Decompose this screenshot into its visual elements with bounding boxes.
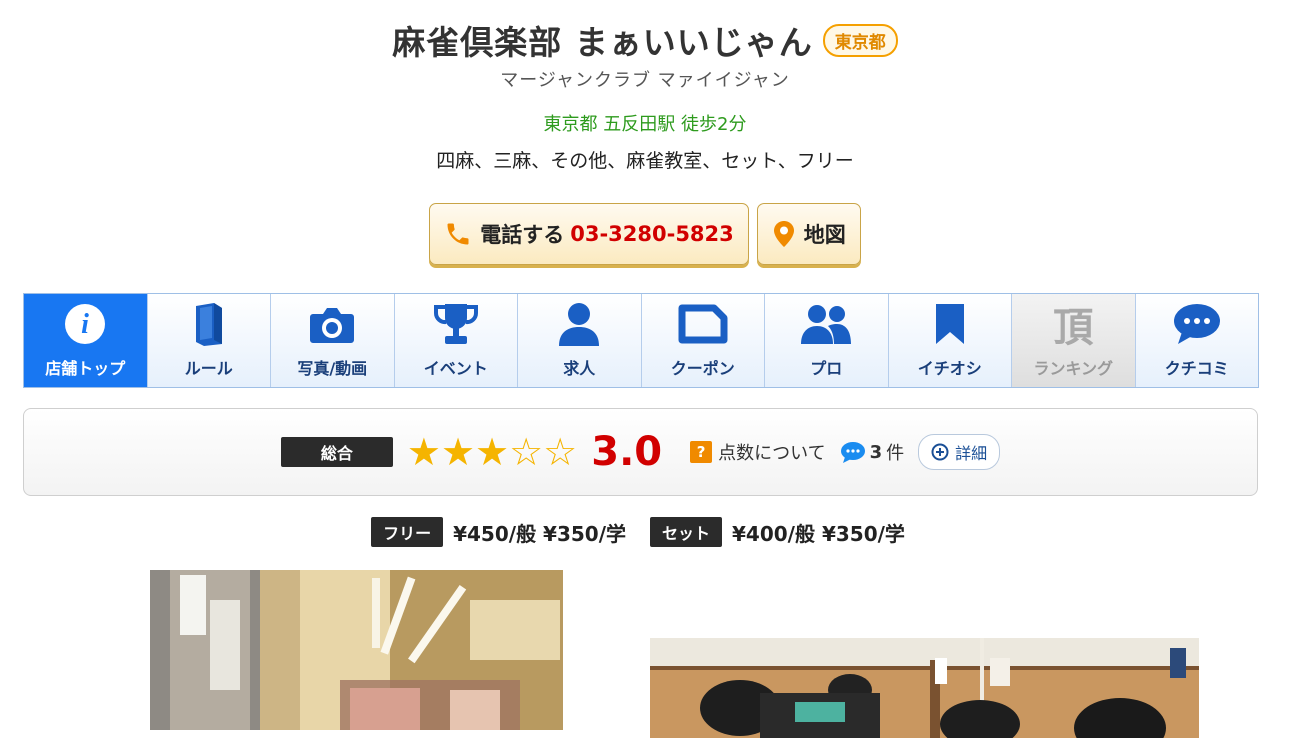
coupon-icon xyxy=(678,304,728,344)
comment-icon xyxy=(840,442,865,463)
plus-circle-icon xyxy=(931,443,949,461)
tab-label: 求人 xyxy=(563,359,596,378)
map-label: 地図 xyxy=(803,223,846,247)
star-filled-icon: ★ xyxy=(406,430,441,474)
review-count-link[interactable]: 3件 xyxy=(840,439,905,465)
question-icon: ? xyxy=(690,441,713,463)
trophy-icon xyxy=(433,304,478,344)
tab-coupons[interactable]: クーポン xyxy=(641,294,765,387)
store-photo-entrance[interactable] xyxy=(150,570,563,730)
price-value-set: ¥400/般 ¥350/学 xyxy=(732,521,905,546)
score-about-link[interactable]: ? 点数について xyxy=(690,439,826,465)
detail-label: 詳細 xyxy=(955,444,988,463)
tab-jobs[interactable]: 求人 xyxy=(518,294,642,387)
star-empty-icon: ☆ xyxy=(543,430,578,474)
info-icon: i xyxy=(65,304,106,344)
star-filled-icon: ★ xyxy=(440,430,476,474)
prefecture-badge[interactable]: 東京都 xyxy=(822,23,898,57)
price-tag-set: セット xyxy=(650,517,723,547)
tab-pros[interactable]: プロ xyxy=(765,294,889,387)
rating-panel: 総合 ★★★☆☆ 3.0 ? 点数について 3件 詳細 xyxy=(23,408,1258,496)
review-count: 3 xyxy=(869,441,883,463)
camera-icon xyxy=(310,308,355,343)
price-tag-free: フリー xyxy=(371,517,444,547)
store-genres: 四麻、三麻、その他、麻雀教室、セット、フリー xyxy=(436,150,854,172)
svg-text:i: i xyxy=(81,309,89,340)
overall-label: 総合 xyxy=(280,437,393,467)
store-nav-tabs: i 店舗トップ ルール 写真/動画 イベント 求人 クーポン プロ イチオシ 頂… xyxy=(23,293,1259,388)
review-unit: 件 xyxy=(886,443,905,464)
store-kana: マージャンクラブ マァイイジャン xyxy=(500,70,790,91)
price-value-free: ¥450/般 ¥350/学 xyxy=(453,521,626,546)
store-header: 麻雀倶楽部 まぁいいじゃん 東京都 マージャンクラブ マァイイジャン 東京都 五… xyxy=(0,14,1290,173)
tab-store-top[interactable]: i 店舗トップ xyxy=(24,294,148,387)
book-icon xyxy=(195,303,222,346)
call-button[interactable]: 電話する 03-3280-5823 xyxy=(429,203,749,265)
tab-label: イチオシ xyxy=(917,359,982,378)
photo-interior-drawing xyxy=(650,638,1199,738)
detail-button[interactable]: 詳細 xyxy=(918,434,1001,470)
store-access[interactable]: 東京都 五反田駅 徒歩2分 xyxy=(0,110,1290,136)
star-empty-icon: ☆ xyxy=(509,430,544,474)
tab-label: プロ xyxy=(810,359,843,378)
tab-label: ルール xyxy=(184,359,233,378)
score-about-label: 点数について xyxy=(718,443,826,464)
tab-reviews[interactable]: クチコミ xyxy=(1135,294,1258,387)
phone-icon xyxy=(447,223,469,245)
price-summary: フリー ¥450/般 ¥350/学 セット ¥400/般 ¥350/学 xyxy=(0,517,1290,547)
tab-rules[interactable]: ルール xyxy=(147,294,271,387)
star-filled-icon: ★ xyxy=(475,430,510,474)
store-name: 麻雀倶楽部 まぁいいじゃん xyxy=(392,23,813,62)
store-photo-interior[interactable] xyxy=(650,638,1199,738)
photo-entrance-drawing xyxy=(150,570,563,730)
tab-label: イベント xyxy=(423,359,488,378)
action-buttons: 電話する 03-3280-5823 地図 xyxy=(0,203,1290,265)
tab-label: クーポン xyxy=(670,359,735,378)
bookmark-icon xyxy=(935,304,964,344)
rank-kanji-icon: 頂 xyxy=(1053,304,1094,351)
tab-label: 写真/動画 xyxy=(297,359,368,378)
phone-number: 03-3280-5823 xyxy=(570,222,734,246)
tab-ranking[interactable]: 頂 ランキング xyxy=(1012,294,1136,387)
map-pin-icon xyxy=(773,221,794,247)
people-icon xyxy=(801,305,852,344)
overall-score: 3.0 xyxy=(591,429,663,475)
tab-events[interactable]: イベント xyxy=(394,294,518,387)
tab-label: ランキング xyxy=(1033,359,1114,378)
tab-photos[interactable]: 写真/動画 xyxy=(271,294,395,387)
tab-label: 店舗トップ xyxy=(45,359,126,378)
call-label: 電話する xyxy=(480,223,565,247)
tab-label: クチコミ xyxy=(1164,359,1229,378)
person-icon xyxy=(559,303,600,346)
speech-bubble-icon xyxy=(1173,304,1220,344)
title-row: 麻雀倶楽部 まぁいいじゃん 東京都 xyxy=(0,14,1290,66)
star-rating: ★★★☆☆ xyxy=(407,433,577,471)
tab-recommend[interactable]: イチオシ xyxy=(888,294,1012,387)
map-button[interactable]: 地図 xyxy=(756,203,861,265)
